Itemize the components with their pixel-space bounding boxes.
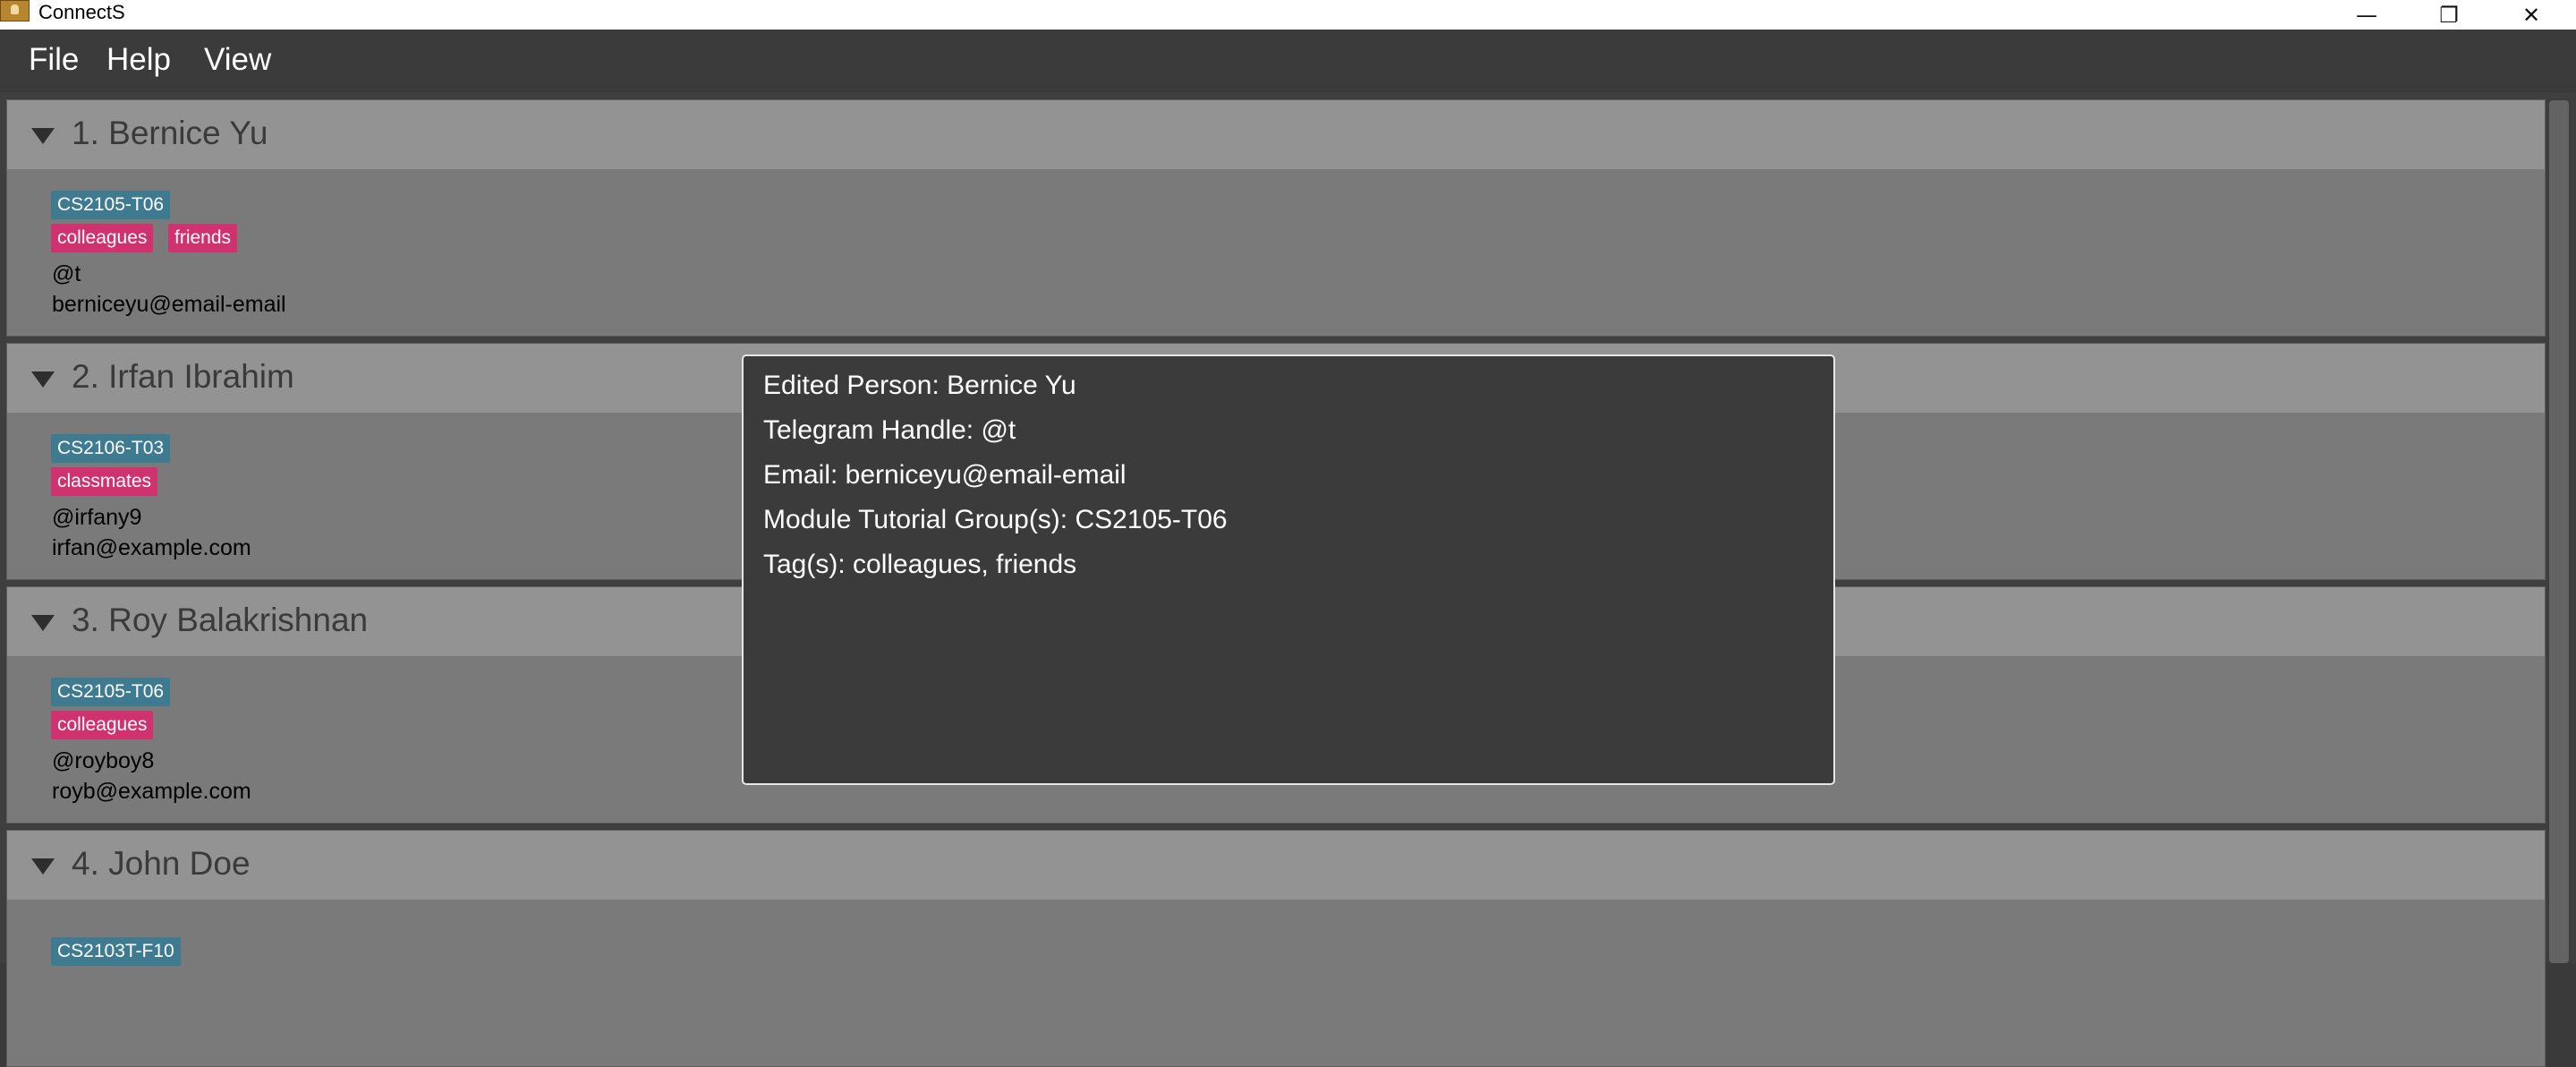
module-chip: CS2103T-F10 xyxy=(51,937,181,966)
popup-telegram-handle: Telegram Handle: @t xyxy=(763,415,1016,445)
menu-bar: File Help View xyxy=(0,30,2576,92)
tag-chip: colleagues xyxy=(51,224,154,252)
close-button[interactable]: ✕ xyxy=(2491,0,2572,30)
module-chip: CS2106-T03 xyxy=(51,434,171,463)
tag-chip: friends xyxy=(168,224,238,252)
person-name: 4. John Doe xyxy=(72,845,251,882)
triangle-down-icon[interactable] xyxy=(31,128,55,144)
module-chip: CS2105-T06 xyxy=(51,678,171,706)
person-name: 2. Irfan Ibrahim xyxy=(72,358,294,395)
menu-view[interactable]: View xyxy=(204,42,271,78)
triangle-down-icon[interactable] xyxy=(31,858,55,875)
email-text: berniceyu@email-email xyxy=(52,292,286,317)
popup-email: Email: berniceyu@email-email xyxy=(763,460,1126,490)
maximize-button[interactable]: ❐ xyxy=(2409,0,2489,30)
triangle-down-icon[interactable] xyxy=(31,371,55,388)
telegram-handle: @royboy8 xyxy=(52,748,155,773)
menu-help[interactable]: Help xyxy=(106,42,171,78)
popup-edited-person: Edited Person: Bernice Yu xyxy=(763,371,1076,400)
popup-module-group: Module Tutorial Group(s): CS2105-T06 xyxy=(763,505,1228,534)
telegram-handle: @irfany9 xyxy=(52,505,142,530)
email-text: irfan@example.com xyxy=(52,535,251,560)
result-popup: Edited Person: Bernice Yu Telegram Handl… xyxy=(742,354,1835,785)
menu-file[interactable]: File xyxy=(29,42,79,78)
module-chip: CS2105-T06 xyxy=(51,191,171,219)
popup-tags: Tag(s): colleagues, friends xyxy=(763,550,1077,579)
minimize-button[interactable]: — xyxy=(2326,0,2407,30)
person-card[interactable]: 4. John Doe CS2103T-F10 xyxy=(6,830,2546,1067)
email-text: royb@example.com xyxy=(52,779,251,804)
app-icon xyxy=(0,0,30,21)
person-card-header[interactable]: 1. Bernice Yu xyxy=(7,100,2545,169)
telegram-handle: @t xyxy=(52,261,81,286)
person-name: 1. Bernice Yu xyxy=(72,115,268,151)
person-card-header[interactable]: 4. John Doe xyxy=(7,831,2545,900)
tag-chip: colleagues xyxy=(51,711,154,739)
title-bar: ConnectS — ❐ ✕ xyxy=(0,0,2576,30)
person-card[interactable]: 1. Bernice Yu CS2105-T06 colleagues frie… xyxy=(6,99,2546,337)
person-name: 3. Roy Balakrishnan xyxy=(72,602,369,638)
scrollbar-thumb[interactable] xyxy=(2549,100,2569,963)
triangle-down-icon[interactable] xyxy=(31,615,55,631)
tag-chip: classmates xyxy=(51,467,158,496)
window-title: ConnectS xyxy=(38,1,125,23)
